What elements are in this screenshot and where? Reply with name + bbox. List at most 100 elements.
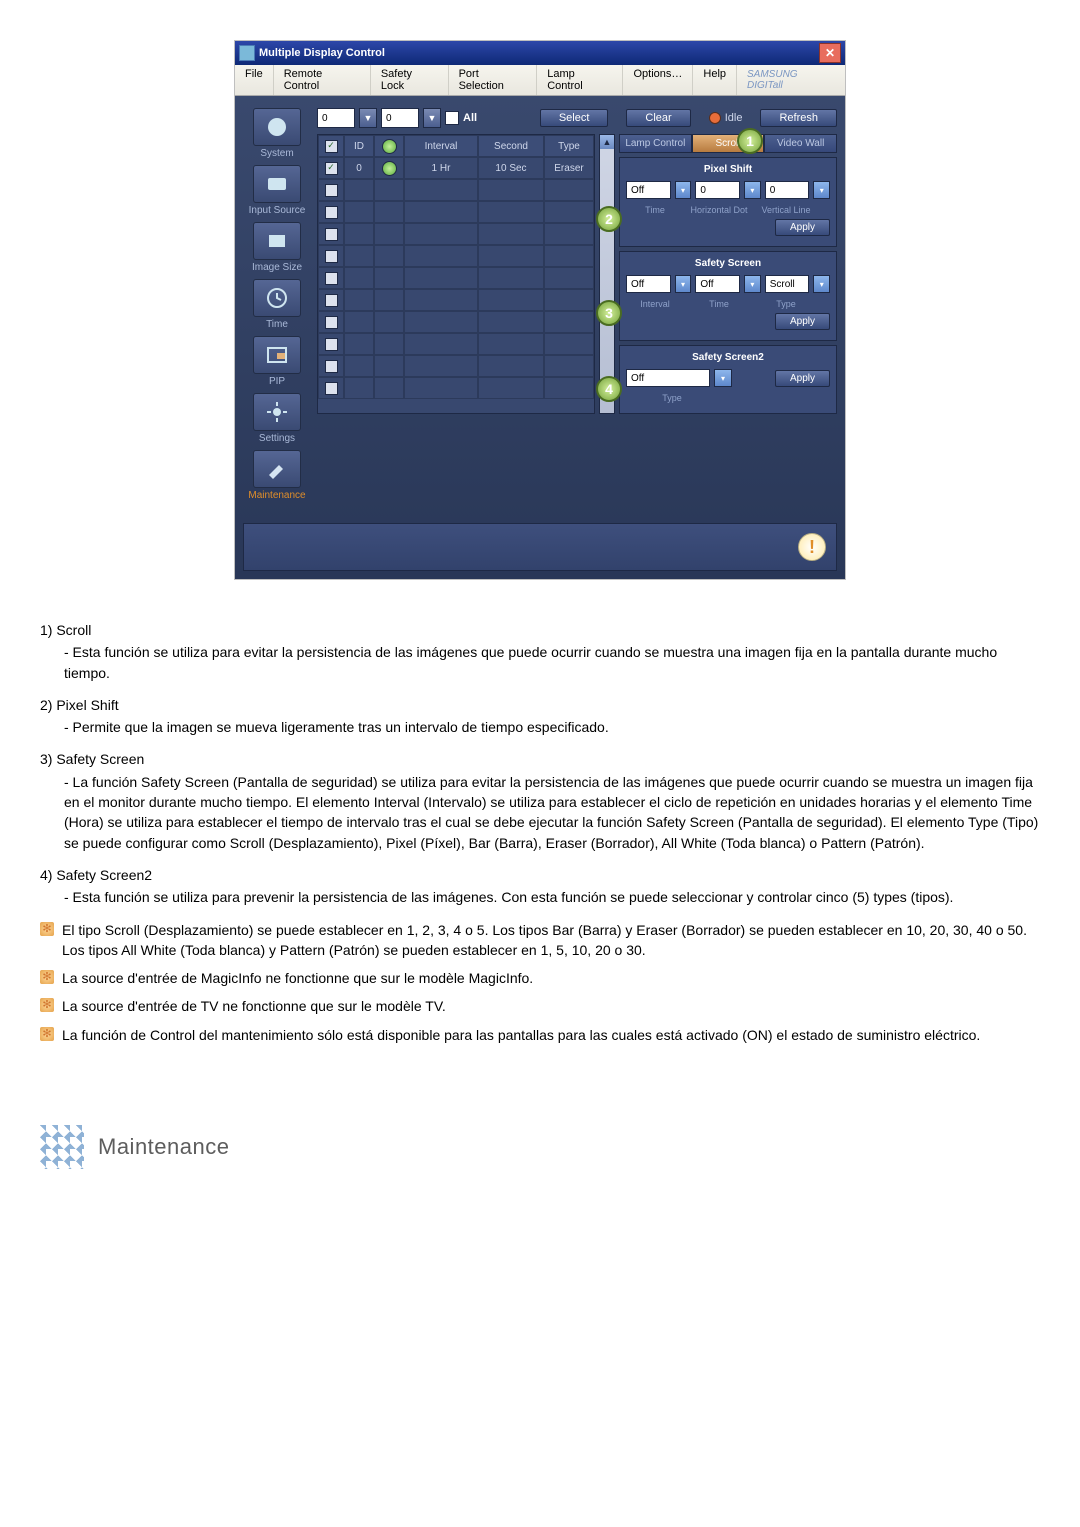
row-check-icon[interactable]: [325, 294, 338, 307]
row-check-icon[interactable]: [325, 316, 338, 329]
safety-screen2-title: Safety Screen2: [626, 352, 830, 363]
sidebar-item-settings[interactable]: Settings: [253, 393, 301, 444]
table-row[interactable]: [318, 377, 594, 399]
table-row[interactable]: [318, 201, 594, 223]
row-interval: [404, 355, 478, 377]
window-title: Multiple Display Control: [259, 47, 385, 59]
table-row[interactable]: [318, 289, 594, 311]
row-id: [344, 267, 374, 289]
ps-time-dropdown[interactable]: ▾: [675, 181, 692, 199]
system-icon: [253, 108, 301, 146]
row-interval: [404, 179, 478, 201]
callout-1: 1: [737, 128, 763, 154]
ss2-type-dropdown[interactable]: ▾: [714, 369, 732, 387]
menu-safety-lock[interactable]: Safety Lock: [371, 65, 449, 95]
sidebar-item-pip[interactable]: PIP: [253, 336, 301, 387]
sidebar-item-maintenance[interactable]: Maintenance: [248, 450, 305, 501]
id-field-2-dropdown[interactable]: ▼: [423, 108, 441, 128]
row-check-icon[interactable]: [325, 360, 338, 373]
table-row[interactable]: [318, 355, 594, 377]
ss-interval-dropdown[interactable]: ▾: [675, 275, 692, 293]
row-second: [478, 245, 544, 267]
clear-button[interactable]: Clear: [626, 109, 690, 127]
item-title: Safety Screen: [56, 751, 144, 767]
tab-lamp-control[interactable]: Lamp Control: [619, 134, 692, 153]
menu-port-selection[interactable]: Port Selection: [449, 65, 538, 95]
table-row[interactable]: 01 Hr10 SecEraser: [318, 157, 594, 179]
note-2: La source d'entrée de MagicInfo ne fonct…: [40, 968, 1040, 988]
item-desc: - La función Safety Screen (Pantalla de …: [40, 772, 1040, 853]
sidebar-item-time[interactable]: Time: [253, 279, 301, 330]
refresh-button[interactable]: Refresh: [760, 109, 837, 127]
table-row[interactable]: [318, 311, 594, 333]
id-field-1-dropdown[interactable]: ▼: [359, 108, 377, 128]
item-title: Scroll: [56, 622, 91, 638]
id-field-2[interactable]: 0: [381, 108, 419, 128]
select-button[interactable]: Select: [540, 109, 609, 127]
row-check-icon[interactable]: [325, 382, 338, 395]
ps-hdot-select[interactable]: 0: [695, 181, 740, 199]
row-interval: [404, 333, 478, 355]
table-row[interactable]: [318, 267, 594, 289]
close-button[interactable]: ✕: [819, 43, 841, 63]
ps-hdot-dropdown[interactable]: ▾: [744, 181, 761, 199]
ss-type-dropdown[interactable]: ▾: [813, 275, 830, 293]
scroll-up-icon[interactable]: ▲: [600, 135, 614, 149]
ps-time-select[interactable]: Off: [626, 181, 671, 199]
ss2-apply-button[interactable]: Apply: [775, 370, 830, 387]
ps-vline-dropdown[interactable]: ▾: [813, 181, 830, 199]
note-text: La source d'entrée de TV ne fonctionne q…: [62, 996, 446, 1016]
grid-scrollbar[interactable]: ▲: [599, 134, 615, 414]
row-check-icon[interactable]: [325, 162, 338, 175]
menu-lamp-control[interactable]: Lamp Control: [537, 65, 623, 95]
menu-help[interactable]: Help: [693, 65, 737, 95]
tab-video-wall[interactable]: Video Wall: [764, 134, 837, 153]
note-icon: [40, 970, 54, 984]
pip-icon: [253, 336, 301, 374]
table-row[interactable]: [318, 179, 594, 201]
row-id: [344, 355, 374, 377]
ps-apply-button[interactable]: Apply: [775, 219, 830, 236]
sidebar-item-image-size[interactable]: Image Size: [252, 222, 302, 273]
row-second: [478, 377, 544, 399]
time-icon: [253, 279, 301, 317]
ss-time-select[interactable]: Off: [695, 275, 740, 293]
ss-apply-button[interactable]: Apply: [775, 313, 830, 330]
col-second: Second: [478, 135, 544, 157]
row-check-icon[interactable]: [325, 338, 338, 351]
ss-time-dropdown[interactable]: ▾: [744, 275, 761, 293]
ss-interval-label: Interval: [626, 299, 684, 309]
row-id: [344, 223, 374, 245]
row-second: [478, 355, 544, 377]
all-checkbox[interactable]: [445, 111, 459, 125]
sidebar-item-input-source[interactable]: Input Source: [249, 165, 306, 216]
table-row[interactable]: [318, 223, 594, 245]
ps-vline-select[interactable]: 0: [765, 181, 810, 199]
row-second: [478, 289, 544, 311]
table-row[interactable]: [318, 245, 594, 267]
app-window: Multiple Display Control ✕ File Remote C…: [234, 40, 846, 580]
safety-screen-panel: 3 Safety Screen Off▾ Off▾ Scroll▾ Interv…: [619, 251, 837, 341]
sidebar-label: Input Source: [249, 205, 306, 216]
menu-file[interactable]: File: [235, 65, 274, 95]
note-icon: [40, 922, 54, 936]
row-check-icon[interactable]: [325, 272, 338, 285]
menu-options[interactable]: Options…: [623, 65, 693, 95]
row-check-icon[interactable]: [325, 206, 338, 219]
ss-type-select[interactable]: Scroll: [765, 275, 810, 293]
row-check-icon[interactable]: [325, 184, 338, 197]
menu-remote-control[interactable]: Remote Control: [274, 65, 371, 95]
row-check-icon[interactable]: [325, 228, 338, 241]
input-source-icon: [253, 165, 301, 203]
table-row[interactable]: [318, 333, 594, 355]
header-check-icon[interactable]: [325, 140, 338, 153]
id-field-1[interactable]: 0: [317, 108, 355, 128]
row-check-icon[interactable]: [325, 250, 338, 263]
ss-time-label: Time: [684, 299, 754, 309]
ss-interval-select[interactable]: Off: [626, 275, 671, 293]
ss2-type-select[interactable]: Off: [626, 369, 710, 387]
document-body: 1) Scroll - Esta función se utiliza para…: [40, 620, 1040, 1169]
row-type: [544, 333, 594, 355]
note-text: El tipo Scroll (Desplazamiento) se puede…: [62, 920, 1040, 961]
sidebar-item-system[interactable]: System: [253, 108, 301, 159]
